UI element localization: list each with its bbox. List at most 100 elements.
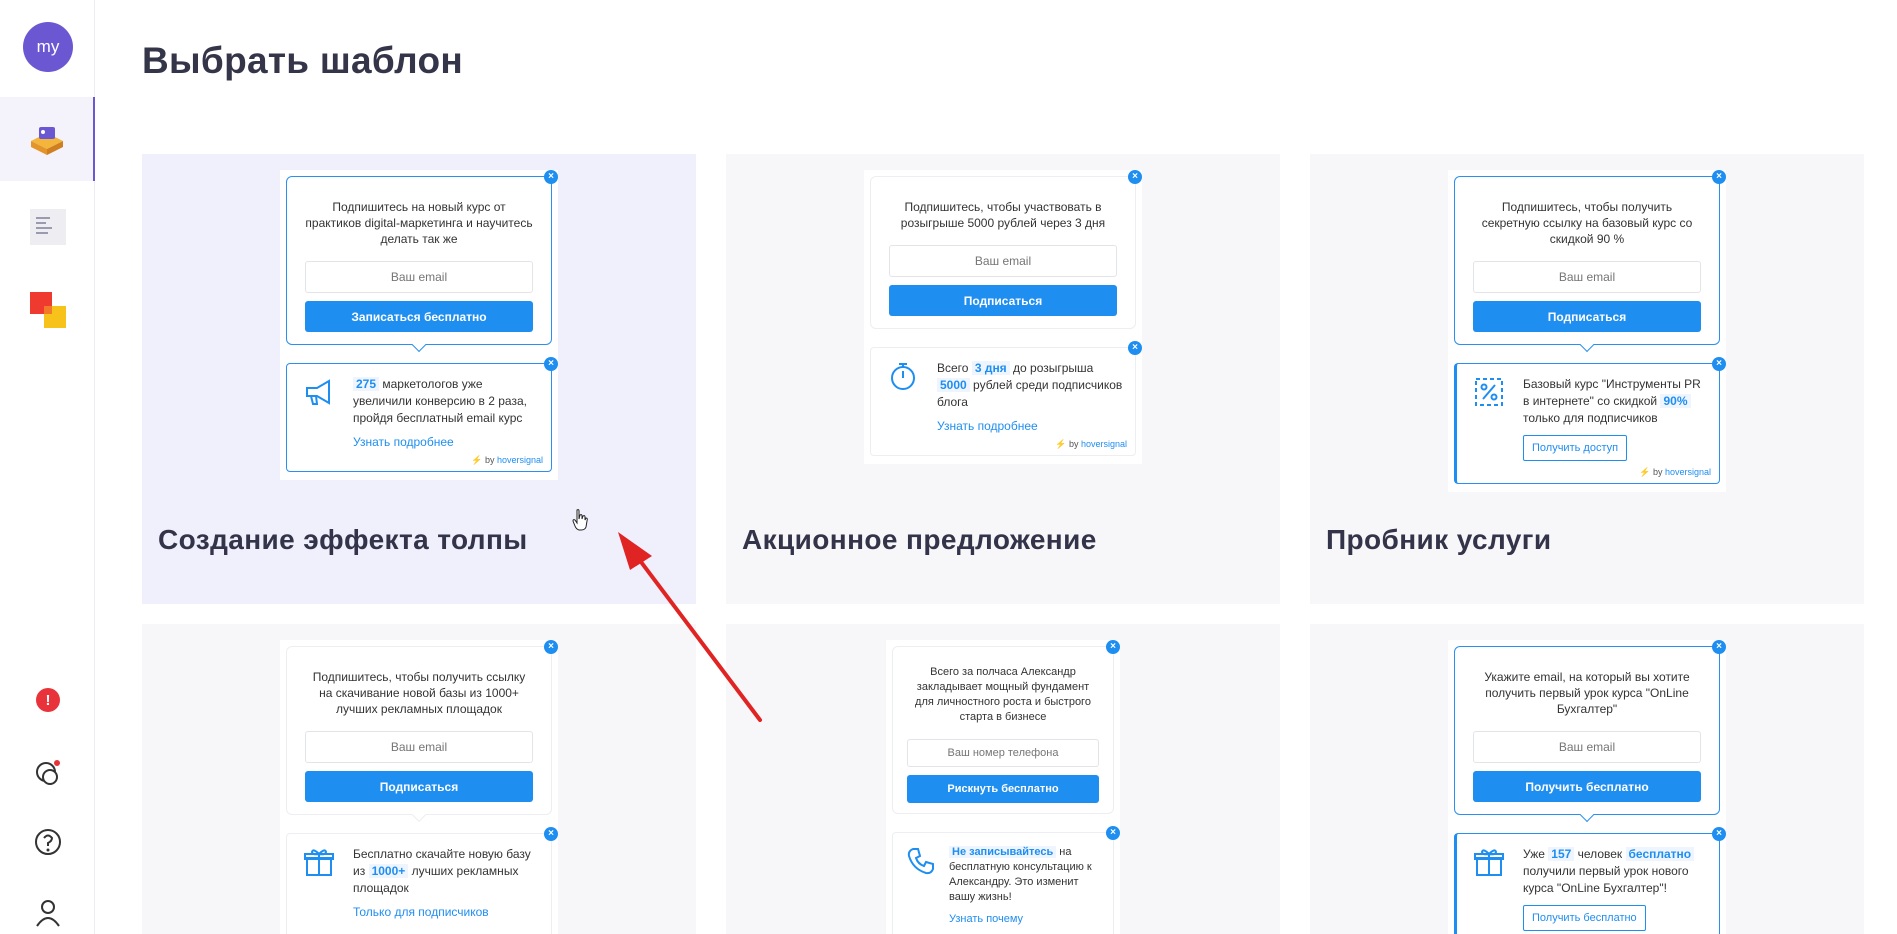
red-arrow-icon (618, 532, 762, 722)
highlight-discount: 90% (1660, 394, 1691, 408)
get-free-notice-button: Получить бесплатно (1523, 905, 1646, 931)
subscribe-widget: × Подпишитесь, чтобы получить ссылку на … (286, 640, 558, 823)
email-field (1473, 261, 1701, 293)
phone-field (907, 739, 1099, 767)
template-preview: × Подпишитесь, чтобы получить секретную … (1448, 170, 1726, 492)
close-icon: × (1128, 341, 1142, 355)
notice-body: маркетологов уже увеличили конверсию в 2… (353, 377, 527, 425)
gift-icon (304, 849, 334, 876)
brand-badge: ⚡ by hoversignal (1639, 467, 1711, 477)
notice-post: только для подписчиков (1523, 411, 1658, 425)
subscribers-only-link: Только для подписчиков (353, 905, 489, 919)
learn-why-link: Узнать почему (949, 913, 1024, 925)
card-title: Создание эффекта толпы (158, 524, 528, 555)
notice-text: Бесплатно скачайте новую базу из 1000+ л… (353, 846, 541, 897)
template-card-promo-offer[interactable]: × Подпишитесь, чтобы участвовать в розыг… (726, 154, 1280, 604)
close-icon: × (544, 357, 558, 371)
card-title: Акционное предложение (742, 524, 1097, 555)
widget-tail (1579, 337, 1595, 353)
page-title: Выбрать шаблон (142, 40, 464, 81)
try-free-button: Рискнуть бесплатно (907, 775, 1099, 803)
avatar[interactable]: my (23, 22, 73, 72)
email-field (889, 245, 1117, 277)
notice-widget: × Базовый курс "Инструменты PR в интерне… (1454, 357, 1726, 484)
notice-widget: × Всего 3 дня до розыгрыша 5000 рублей с… (870, 341, 1142, 456)
close-icon: × (1128, 170, 1142, 184)
highlight-amount: 5000 (937, 378, 970, 392)
close-icon: × (1712, 827, 1726, 841)
stopwatch-icon (891, 363, 915, 390)
template-preview: × Подпишитесь, чтобы получить ссылку на … (280, 640, 558, 934)
notice-widget: × Уже 157 человек бесплатно получили пер… (1454, 827, 1726, 934)
widget-tail (1579, 807, 1595, 823)
megaphone-icon (306, 379, 330, 405)
close-icon: × (1712, 170, 1726, 184)
widget-tail (411, 337, 427, 353)
highlight-free: бесплатно (1625, 847, 1695, 861)
phone-icon (907, 848, 934, 875)
template-card-service-trial[interactable]: × Подпишитесь, чтобы получить секретную … (1310, 154, 1864, 604)
notice-mid: до розыгрыша (1013, 361, 1094, 375)
close-icon: × (544, 170, 558, 184)
widget-text: Укажите email, на который вы хотите полу… (1484, 670, 1690, 716)
brand-badge: ⚡ by hoversignal (471, 455, 543, 465)
notice-post: получили первый урок нового курса "OnLin… (1523, 864, 1689, 895)
sidebar-item-apps[interactable] (0, 268, 95, 352)
brand-name: hoversignal (1664, 467, 1711, 477)
notice-text: Базовый курс "Инструменты PR в интернете… (1523, 376, 1709, 427)
cursor-icon (572, 509, 588, 531)
widget-tail (411, 807, 427, 823)
card-title: Пробник услуги (1326, 524, 1552, 555)
widget-text: Подпишитесь, чтобы получить ссылку на ск… (312, 670, 526, 716)
notice-text: Уже 157 человек бесплатно получили первы… (1523, 846, 1709, 897)
notice-pre: Уже (1523, 847, 1545, 861)
templates-icon (30, 127, 63, 155)
template-preview: × Подпишитесь на новый курс от практиков… (280, 170, 558, 480)
subscribe-button: Записаться бесплатно (305, 301, 533, 332)
user-icon[interactable] (32, 896, 64, 928)
notice-widget: × Не записывайтесь на бесплатную консуль… (892, 826, 1120, 934)
document-icon (29, 209, 66, 245)
close-icon: × (544, 827, 558, 841)
brand-by: by (1652, 467, 1663, 477)
notice-text: 275 маркетологов уже увеличили конверсию… (353, 376, 541, 427)
email-field (305, 261, 533, 293)
close-icon: × (1712, 357, 1726, 371)
notice-widget: × Бесплатно скачайте новую базу из 1000+… (286, 827, 558, 934)
sidebar-item-documents[interactable] (0, 185, 95, 269)
brand-by: by (1068, 439, 1079, 449)
close-icon: × (1712, 640, 1726, 654)
subscribe-button: Подписаться (1473, 301, 1701, 332)
subscribe-widget: × Подпишитесь, чтобы получить секретную … (1454, 170, 1726, 353)
widget-text: Всего за полчаса Александр закладывает м… (915, 666, 1091, 723)
notice-pre: Всего (937, 361, 969, 375)
close-icon: × (1106, 826, 1120, 840)
highlight-count: 1000+ (368, 864, 409, 878)
template-card-consultation[interactable]: × Всего за полчаса Александр закладывает… (726, 624, 1280, 934)
brand-name: hoversignal (1080, 439, 1127, 449)
learn-more-link: Узнать подробнее (937, 419, 1038, 433)
sidebar-item-templates[interactable] (0, 97, 95, 181)
widget-text: Подпишитесь, чтобы получить секретную сс… (1481, 200, 1693, 246)
subscribe-widget: × Подпишитесь на новый курс от практиков… (286, 170, 558, 353)
close-icon: × (544, 640, 558, 654)
template-card-first-lesson[interactable]: × Укажите email, на который вы хотите по… (1310, 624, 1864, 934)
squares-icon (29, 292, 66, 328)
subscribe-widget: × Подпишитесь, чтобы участвовать в розыг… (870, 170, 1142, 329)
subscribe-widget: × Укажите email, на который вы хотите по… (1454, 640, 1726, 823)
help-icon[interactable] (32, 826, 64, 858)
chat-icon[interactable] (32, 757, 64, 789)
notice-mid: человек (1577, 847, 1623, 861)
sidebar: my ! (0, 0, 95, 934)
notice-text: Всего 3 дня до розыгрыша 5000 рублей сре… (937, 360, 1125, 411)
highlight-number: 275 (353, 377, 380, 391)
widget-text: Подпишитесь на новый курс от практиков d… (305, 200, 533, 246)
email-field (305, 731, 533, 763)
notice-widget: × 275 маркетологов уже увеличили конверс… (286, 357, 558, 472)
get-free-button: Получить бесплатно (1473, 771, 1701, 802)
brand-by: by (484, 455, 495, 465)
subscribe-button: Подписаться (889, 285, 1117, 316)
brand-name: hoversignal (496, 455, 543, 465)
notice-text: Не записывайтесь на бесплатную консульта… (949, 845, 1103, 905)
alert-icon[interactable]: ! (36, 688, 60, 712)
